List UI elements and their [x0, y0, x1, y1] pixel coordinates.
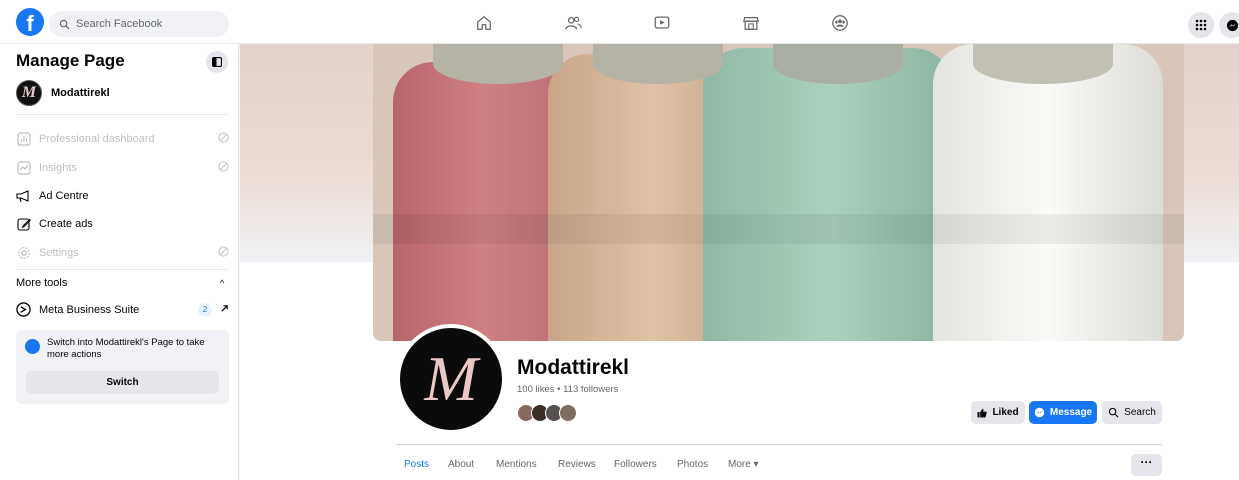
sidebar-item-insights[interactable]: Insights: [16, 158, 229, 178]
notification-badge: 2: [198, 302, 212, 317]
avatar: M: [16, 80, 42, 106]
profile-monogram: M: [424, 343, 478, 414]
sidebar-page-link[interactable]: M Modattirekl: [16, 80, 110, 106]
search-icon: [1108, 407, 1119, 418]
sidebar-item-label: Ad Centre: [39, 190, 89, 202]
search-label: Search: [1124, 407, 1156, 418]
sidebar-item-professional-dashboard[interactable]: Professional dashboard: [16, 129, 229, 149]
messenger-icon[interactable]: [1219, 12, 1239, 38]
friends-icon[interactable]: [562, 12, 584, 34]
switch-profile-card: Switch into Modattirekl's Page to take m…: [16, 330, 229, 404]
switch-profile-icon: [25, 339, 40, 354]
sidebar-item-ad-centre[interactable]: Ad Centre: [16, 186, 229, 206]
insights-icon: [16, 161, 31, 176]
sidebar-item-label: Create ads: [39, 218, 93, 230]
sidebar-item-label: Meta Business Suite: [39, 303, 140, 316]
watch-icon[interactable]: [651, 12, 673, 34]
sidebar-title: Manage Page: [16, 51, 125, 70]
dashboard-icon: [16, 132, 31, 147]
cover-scarf: [593, 44, 723, 84]
sidebar-divider: [16, 114, 229, 115]
external-link-icon: [220, 304, 229, 316]
avatar[interactable]: [559, 404, 577, 422]
groups-icon[interactable]: [829, 12, 851, 34]
disabled-icon: [218, 161, 229, 175]
tab-posts[interactable]: Posts: [404, 459, 429, 470]
collapse-sidebar-icon[interactable]: [206, 51, 228, 73]
more-tools-label[interactable]: More tools: [16, 277, 67, 289]
marketplace-icon[interactable]: [740, 12, 762, 34]
tab-more[interactable]: More ▾: [728, 459, 759, 470]
cover-waist-shadow: [373, 214, 1184, 244]
tabs-divider: [396, 444, 1162, 445]
page-stats[interactable]: 100 likes • 113 followers: [517, 384, 618, 395]
cover-scarf: [973, 44, 1113, 84]
liked-label: Liked: [992, 407, 1019, 418]
home-icon[interactable]: [473, 12, 495, 34]
meta-business-suite-icon: [16, 302, 31, 317]
switch-prompt-text: Switch into Modattirekl's Page to take m…: [47, 337, 205, 360]
disabled-icon: [218, 246, 229, 260]
sidebar-item-label: Settings: [39, 247, 79, 259]
disabled-icon: [218, 132, 229, 146]
search-placeholder: Search Facebook: [76, 18, 163, 30]
search-icon: [59, 19, 70, 30]
tab-followers[interactable]: Followers: [614, 459, 657, 470]
message-button[interactable]: Message: [1029, 401, 1097, 424]
cover-figure: [703, 48, 953, 341]
cover-scarf: [773, 44, 903, 84]
chevron-up-icon[interactable]: ^: [220, 278, 224, 288]
tab-mentions[interactable]: Mentions: [496, 459, 537, 470]
more-options-button[interactable]: ···: [1131, 454, 1162, 476]
page-search-button[interactable]: Search: [1102, 401, 1162, 424]
tab-about[interactable]: About: [448, 459, 474, 470]
sidebar-item-create-ads[interactable]: Create ads: [16, 214, 229, 234]
sidebar-page-name: Modattirekl: [51, 87, 110, 99]
pencil-icon: [16, 217, 31, 232]
message-label: Message: [1049, 407, 1093, 418]
thumbs-up-icon: [977, 408, 988, 417]
tab-photos[interactable]: Photos: [677, 459, 708, 470]
page-title: Modattirekl: [517, 356, 630, 379]
sidebar-item-label: Insights: [39, 162, 77, 174]
search-input[interactable]: Search Facebook: [49, 11, 229, 37]
liked-button[interactable]: Liked: [971, 401, 1025, 424]
sidebar-item-meta-business-suite[interactable]: Meta Business Suite 2: [16, 302, 229, 317]
cover-scarf: [433, 44, 563, 84]
manage-page-sidebar: Manage Page M Modattirekl Professional d…: [0, 44, 239, 480]
follower-avatars[interactable]: [517, 404, 577, 422]
sidebar-divider: [16, 269, 229, 270]
top-navigation-bar: f Search Facebook: [0, 0, 1239, 44]
sidebar-item-settings[interactable]: Settings: [16, 243, 229, 263]
megaphone-icon: [16, 189, 31, 204]
sidebar-item-label: Professional dashboard: [39, 133, 155, 145]
cover-photo[interactable]: [373, 44, 1184, 341]
profile-picture[interactable]: M: [396, 324, 506, 434]
tab-reviews[interactable]: Reviews: [558, 459, 596, 470]
messenger-icon: [1034, 407, 1045, 418]
cover-figure: [933, 44, 1163, 341]
switch-button[interactable]: Switch: [26, 371, 219, 394]
menu-grid-icon[interactable]: [1188, 12, 1214, 38]
gear-icon: [16, 246, 31, 261]
facebook-logo[interactable]: f: [16, 8, 44, 36]
